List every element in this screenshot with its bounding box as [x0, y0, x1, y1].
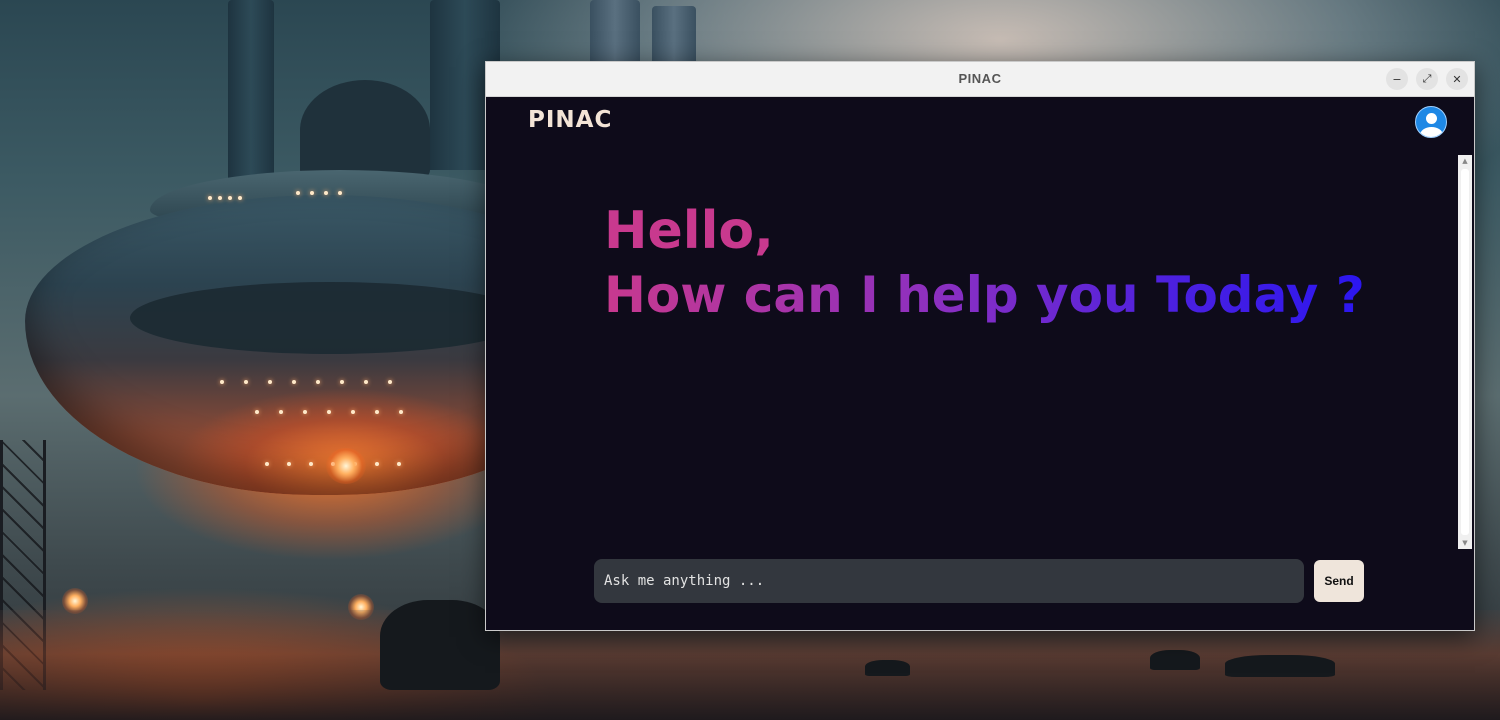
user-avatar-icon[interactable]	[1415, 106, 1447, 138]
close-icon[interactable]: ✕	[1446, 68, 1468, 90]
greeting-line-hello: Hello,	[604, 201, 774, 261]
wallpaper-lights	[220, 380, 392, 384]
wallpaper-lights	[255, 410, 403, 414]
scroll-down-icon[interactable]: ▼	[1458, 537, 1472, 549]
maximize-icon[interactable]: ⤢	[1416, 68, 1438, 90]
send-button[interactable]: Send	[1314, 560, 1364, 602]
chat-composer: Send	[594, 559, 1364, 603]
app-logo: PINAC	[528, 107, 613, 133]
wallpaper-dome	[300, 80, 430, 180]
avatar-head	[1426, 113, 1437, 124]
chat-scrollbar[interactable]: ▲ ▼	[1458, 155, 1472, 549]
window-title: PINAC	[958, 71, 1002, 86]
wallpaper-tower	[590, 0, 640, 70]
desktop-wallpaper: PINAC − ⤢ ✕ PINAC Hello, How can I help …	[0, 0, 1500, 720]
wallpaper-vehicle	[1150, 650, 1200, 670]
app-body: PINAC Hello, How can I help you Today ? …	[486, 97, 1474, 630]
avatar-shoulders	[1420, 127, 1443, 137]
wallpaper-vehicle	[1225, 655, 1335, 677]
scroll-up-icon[interactable]: ▲	[1458, 155, 1472, 167]
wallpaper-tower	[652, 6, 696, 66]
scrollbar-thumb[interactable]	[1461, 169, 1469, 535]
wallpaper-ship-band	[130, 282, 530, 354]
greeting-heading: Hello, How can I help you Today ?	[604, 199, 1365, 327]
chat-input[interactable]	[594, 559, 1304, 603]
wallpaper-lights	[296, 191, 342, 195]
window-titlebar[interactable]: PINAC − ⤢ ✕	[486, 62, 1474, 97]
wallpaper-lights	[208, 196, 242, 200]
wallpaper-vehicle	[865, 660, 910, 676]
greeting-line-question: How can I help you Today ?	[604, 263, 1365, 327]
wallpaper-tower	[228, 0, 274, 180]
minimize-icon[interactable]: −	[1386, 68, 1408, 90]
app-window: PINAC − ⤢ ✕ PINAC Hello, How can I help …	[485, 61, 1475, 631]
window-controls: − ⤢ ✕	[1386, 68, 1468, 90]
wallpaper-glow	[326, 448, 366, 484]
wallpaper-structure	[380, 600, 500, 690]
